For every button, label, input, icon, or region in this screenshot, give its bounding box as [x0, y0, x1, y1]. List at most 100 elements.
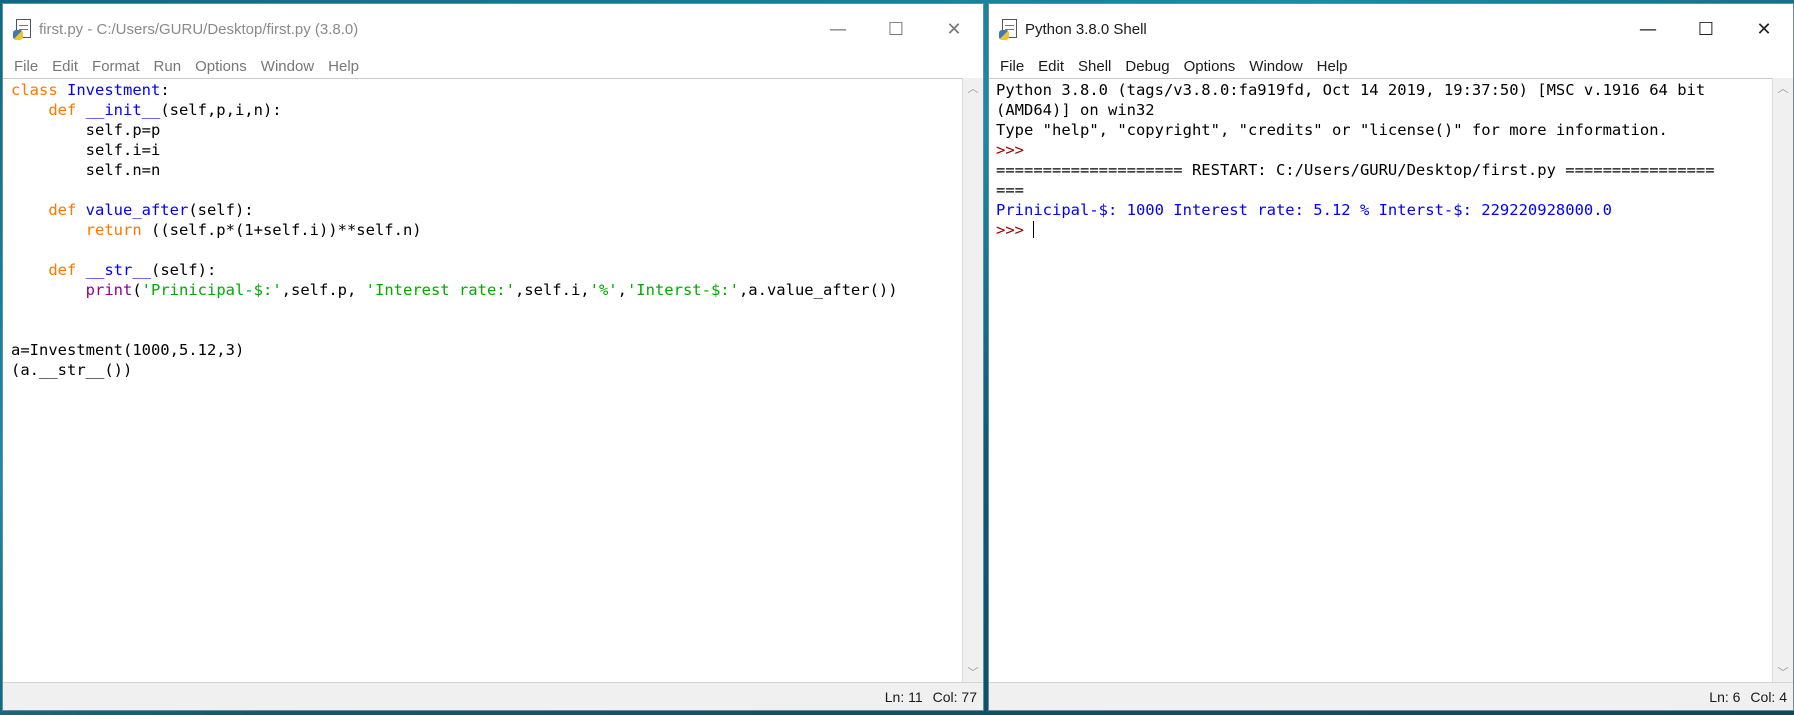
code-token: (self,p,i,n):: [160, 101, 282, 119]
menu-shell[interactable]: Shell: [1071, 58, 1118, 75]
code-token: return: [85, 221, 151, 239]
code-token: (self):: [150, 261, 217, 279]
menu-run[interactable]: Run: [147, 58, 189, 75]
shell-menubar: File Edit Shell Debug Options Window Hel…: [989, 54, 1793, 78]
maximize-button[interactable]: ☐: [1677, 4, 1735, 54]
code-token: __init__: [85, 101, 161, 119]
scroll-up-icon[interactable]: ︿: [963, 80, 983, 96]
column-indicator: Col: 77: [932, 688, 977, 705]
code-token: __str__: [85, 261, 151, 279]
code-line: print('Prinicipal-$:',self.p, 'Interest …: [11, 280, 963, 300]
editor-titlebar[interactable]: first.py - C:/Users/GURU/Desktop/first.p…: [3, 4, 983, 54]
text-cursor: [1033, 221, 1035, 238]
shell-token: >>>: [996, 221, 1034, 239]
shell-token: Prinicipal-$: 1000 Interest rate: 5.12 %…: [996, 201, 1612, 219]
shell-scrollbar[interactable]: ︿ ﹀: [1772, 78, 1793, 682]
code-token: ,: [617, 281, 627, 299]
shell-line: (AMD64)] on win32: [996, 100, 1773, 120]
code-token: self.n=n: [11, 161, 161, 179]
shell-line: Prinicipal-$: 1000 Interest rate: 5.12 %…: [996, 200, 1773, 220]
code-token: ,self.p,: [281, 281, 366, 299]
menu-window[interactable]: Window: [254, 58, 321, 75]
menu-help[interactable]: Help: [1310, 58, 1355, 75]
code-token: ,self.i,: [514, 281, 590, 299]
close-button[interactable]: ✕: [1735, 4, 1793, 54]
shell-statusbar: Ln: 6 Col: 4: [989, 682, 1793, 710]
close-button[interactable]: ✕: [925, 4, 983, 54]
code-line: def __str__(self):: [11, 260, 963, 280]
python-shell-icon: [999, 18, 1019, 40]
maximize-button[interactable]: ☐: [867, 4, 925, 54]
scroll-up-icon[interactable]: ︿: [1773, 80, 1793, 96]
python-file-icon: [13, 18, 33, 40]
code-token: 'Interst-$:': [626, 281, 739, 299]
code-line: a=Investment(1000,5.12,3): [11, 340, 963, 360]
code-token: def: [48, 101, 86, 119]
code-token: a=Investment(1000,5.12,3): [11, 341, 245, 359]
minimize-button[interactable]: —: [809, 4, 867, 54]
code-token: class: [11, 81, 67, 99]
code-token: def: [48, 261, 86, 279]
minimize-button[interactable]: —: [1619, 4, 1677, 54]
column-indicator: Col: 4: [1750, 688, 1787, 705]
code-line: self.p=p: [11, 120, 963, 140]
code-line: return ((self.p*(1+self.i))**self.n): [11, 220, 963, 240]
code-token: print: [85, 281, 133, 299]
code-token: :: [160, 81, 170, 99]
menu-debug[interactable]: Debug: [1118, 58, 1176, 75]
code-line: self.i=i: [11, 140, 963, 160]
shell-token: >>>: [996, 141, 1024, 159]
scroll-down-icon[interactable]: ﹀: [963, 664, 983, 680]
code-token: self.i=i: [11, 141, 161, 159]
shell-token: Python 3.8.0 (tags/v3.8.0:fa919fd, Oct 1…: [996, 81, 1706, 99]
shell-output[interactable]: Python 3.8.0 (tags/v3.8.0:fa919fd, Oct 1…: [989, 78, 1773, 682]
shell-token: (AMD64)] on win32: [996, 101, 1155, 119]
editor-title: first.py - C:/Users/GURU/Desktop/first.p…: [39, 20, 359, 38]
menu-format[interactable]: Format: [85, 58, 147, 75]
menu-edit[interactable]: Edit: [45, 58, 85, 75]
code-token: def: [48, 201, 86, 219]
code-token: (self):: [188, 201, 254, 219]
code-token: value_after: [85, 201, 189, 219]
code-token: (a.__str__()): [11, 361, 133, 379]
editor-statusbar: Ln: 11 Col: 77: [3, 682, 983, 710]
line-indicator: Ln: 11: [884, 688, 923, 705]
menu-file[interactable]: File: [7, 58, 45, 75]
scroll-down-icon[interactable]: ﹀: [1773, 664, 1793, 680]
menu-options[interactable]: Options: [1177, 58, 1243, 75]
code-token: 'Interest rate:': [365, 281, 515, 299]
code-token: (: [132, 281, 142, 299]
editor-menubar: File Edit Format Run Options Window Help: [3, 54, 983, 78]
shell-token: Type "help", "copyright", "credits" or "…: [996, 121, 1668, 139]
code-token: '%': [589, 281, 618, 299]
shell-line: ===: [996, 180, 1773, 200]
shell-line: ==================== RESTART: C:/Users/G…: [996, 160, 1773, 180]
menu-help[interactable]: Help: [321, 58, 366, 75]
shell-token: ===: [996, 181, 1024, 199]
code-token: ((self.p*(1+self.i))**self.n): [150, 221, 422, 239]
shell-line: Python 3.8.0 (tags/v3.8.0:fa919fd, Oct 1…: [996, 80, 1773, 100]
code-line: self.n=n: [11, 160, 963, 180]
menu-file[interactable]: File: [993, 58, 1031, 75]
editor-scrollbar[interactable]: ︿ ﹀: [962, 78, 983, 682]
code-editor[interactable]: class Investment: def __init__(self,p,i,…: [3, 78, 963, 682]
shell-line: >>>: [996, 220, 1773, 240]
menu-options[interactable]: Options: [188, 58, 254, 75]
shell-titlebar[interactable]: Python 3.8.0 Shell — ☐ ✕: [989, 4, 1793, 54]
code-line: (a.__str__()): [11, 360, 963, 380]
shell-window: Python 3.8.0 Shell — ☐ ✕ File Edit Shell…: [988, 3, 1794, 711]
code-line: class Investment:: [11, 80, 963, 100]
menu-window[interactable]: Window: [1242, 58, 1309, 75]
code-token: self.p=p: [11, 121, 161, 139]
code-line: def value_after(self):: [11, 200, 963, 220]
code-token: ,a.value_after()): [738, 281, 898, 299]
menu-edit[interactable]: Edit: [1031, 58, 1071, 75]
